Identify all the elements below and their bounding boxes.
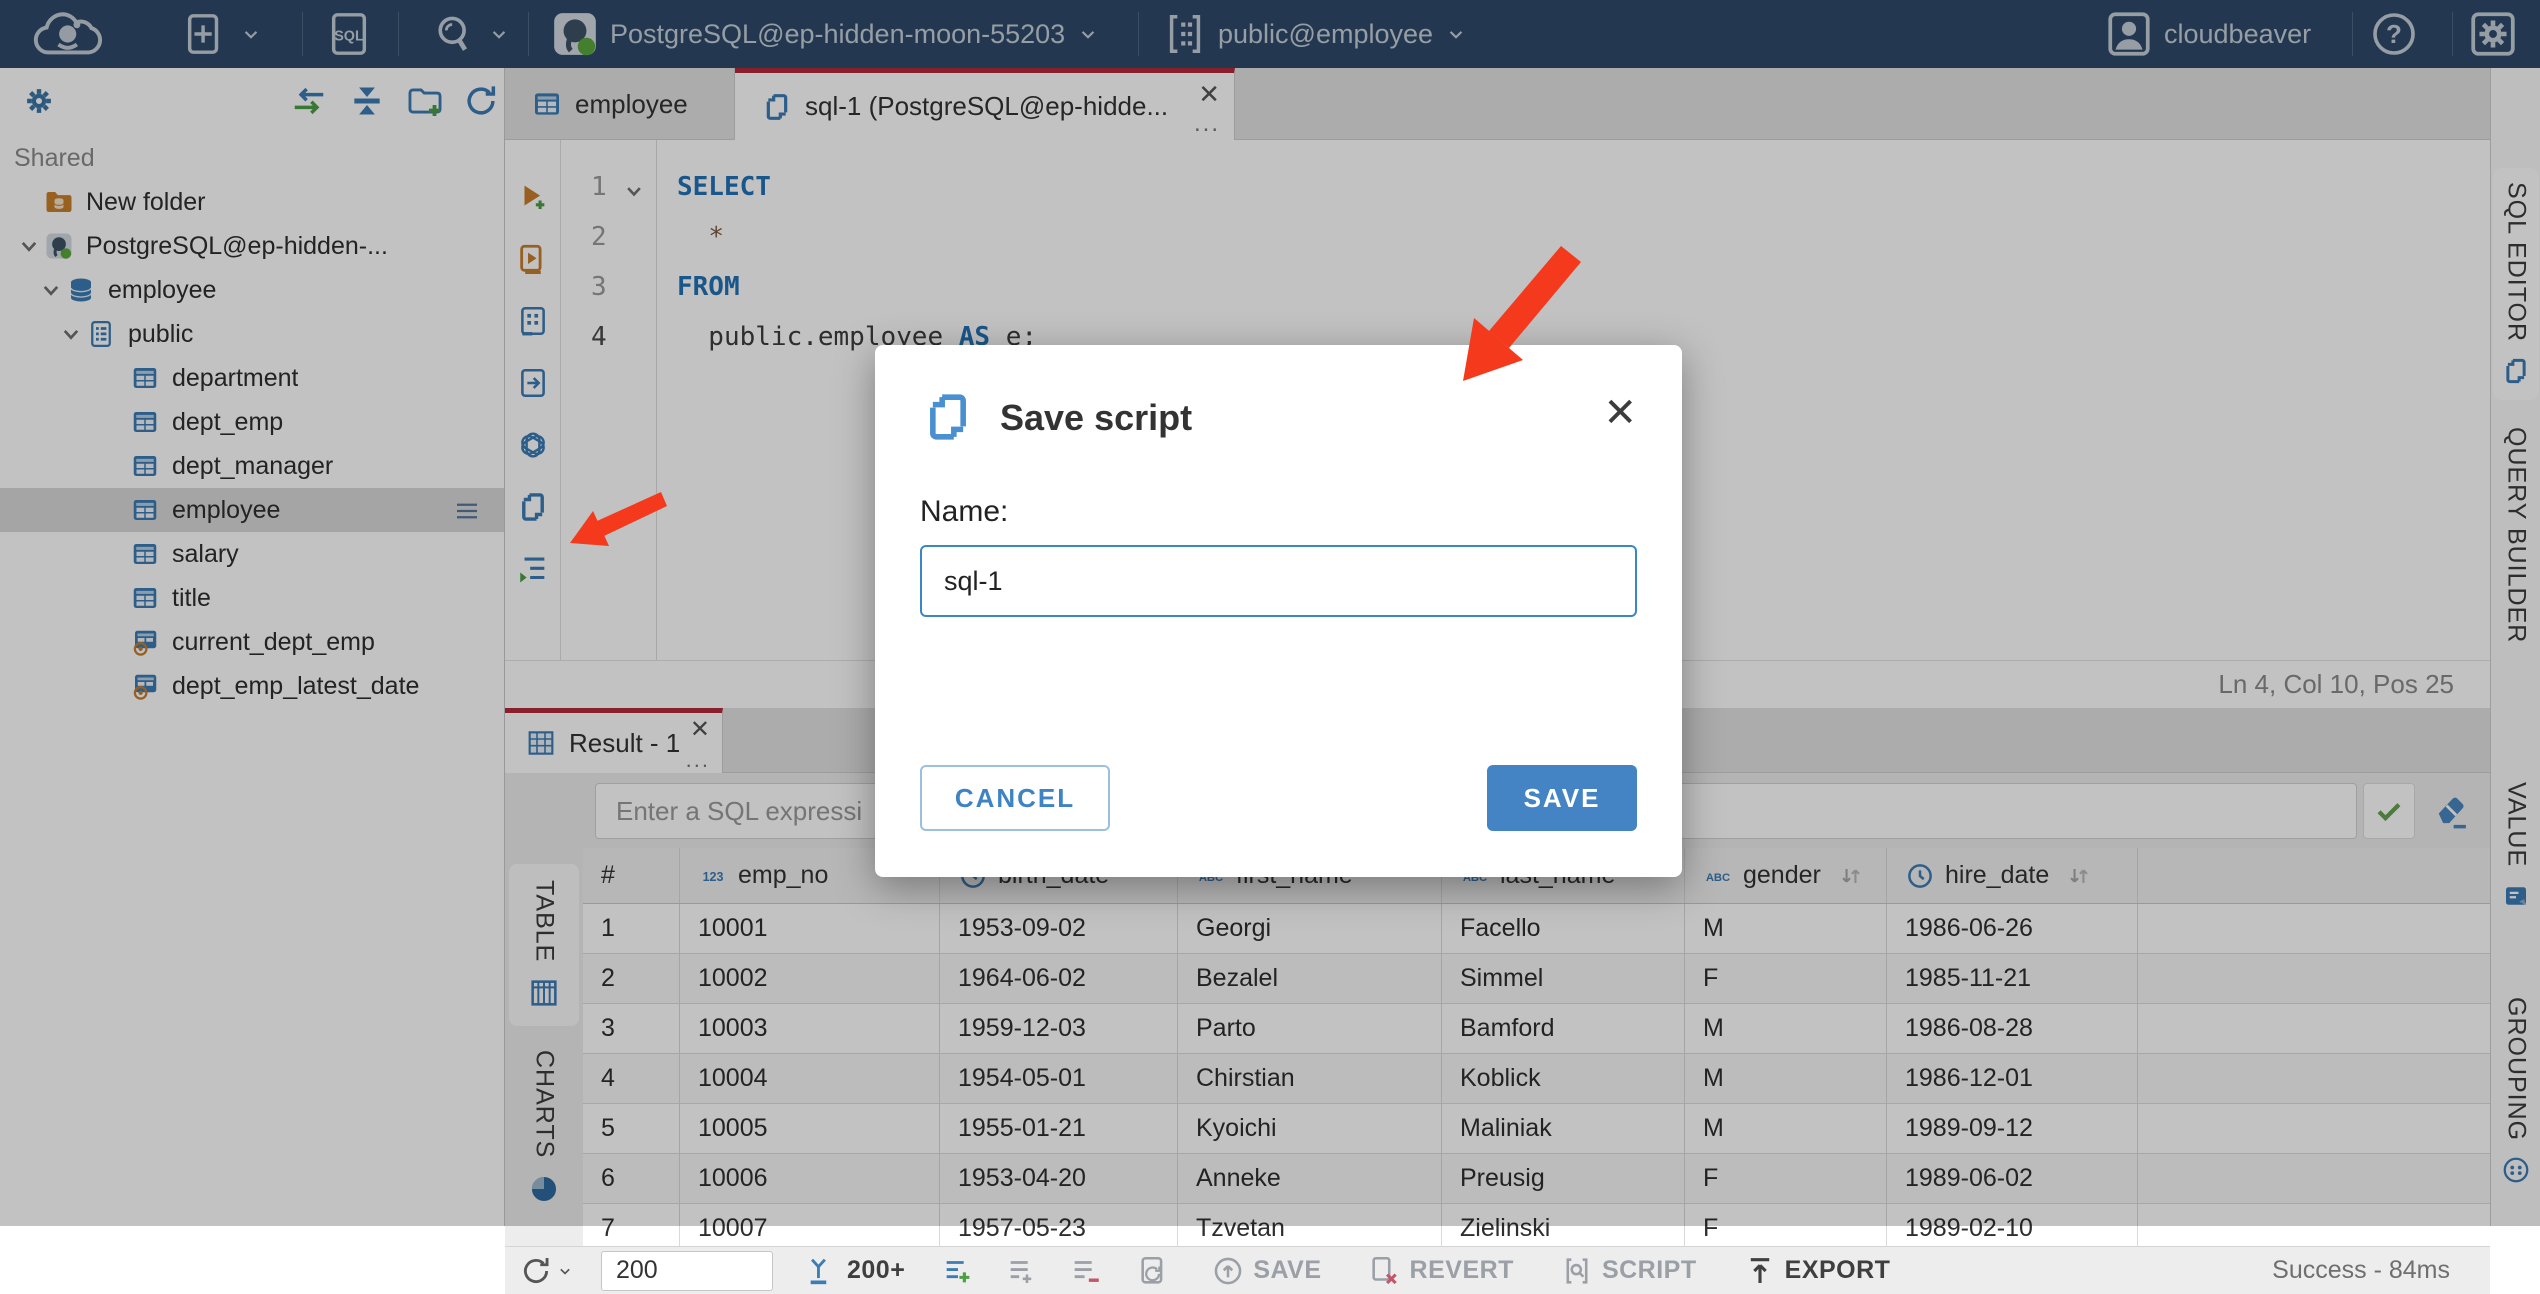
cancel-label: CANCEL xyxy=(954,782,1076,813)
revert-label: REVERT xyxy=(1409,1256,1514,1284)
query-status: Success - 84ms xyxy=(2272,1256,2450,1284)
script-button[interactable]: SCRIPT xyxy=(1560,1254,1697,1288)
close-icon[interactable]: ✕ xyxy=(1603,393,1637,433)
export-icon xyxy=(1750,1257,1769,1283)
save-changes-button[interactable]: SAVE xyxy=(1211,1254,1321,1288)
export-button[interactable]: EXPORT xyxy=(1743,1254,1891,1288)
delete-row-icon[interactable] xyxy=(1069,1254,1103,1288)
revert-icon xyxy=(1371,1256,1397,1284)
add-row-icon[interactable] xyxy=(941,1254,975,1288)
save-label: SAVE xyxy=(1253,1256,1322,1284)
auto-refresh-icon[interactable] xyxy=(1137,1254,1171,1288)
duplicate-row-icon[interactable] xyxy=(1005,1254,1039,1288)
revert-button[interactable]: REVERT xyxy=(1368,1254,1514,1288)
save-upload-icon xyxy=(1214,1257,1242,1284)
result-toolbar: 200+ SAVE REVERT SCRIPT EXPORT Success -… xyxy=(505,1246,2490,1294)
dialog-title: Save script xyxy=(1000,397,1193,438)
chevron-down-icon xyxy=(560,1268,570,1275)
save-script-icon xyxy=(930,394,966,440)
fetch-page-icon xyxy=(810,1258,827,1284)
fetch-size-input[interactable] xyxy=(601,1250,773,1291)
name-field-label: Name: xyxy=(920,495,1009,528)
save-button[interactable]: SAVE xyxy=(1487,765,1637,831)
refresh-icon xyxy=(524,1257,549,1283)
cancel-button[interactable]: CANCEL xyxy=(920,765,1110,831)
script-name-input[interactable] xyxy=(920,545,1637,617)
fetch-more-button[interactable]: 200+ xyxy=(805,1254,905,1288)
fetch-more-label: 200+ xyxy=(847,1256,906,1284)
grid-refresh-button[interactable] xyxy=(519,1254,575,1288)
save-label: SAVE xyxy=(1523,782,1601,813)
script-label: SCRIPT xyxy=(1601,1256,1697,1284)
save-script-dialog: Save script ✕ Name: CANCEL SAVE xyxy=(875,345,1682,877)
script-preview-icon xyxy=(1566,1257,1588,1284)
export-label: EXPORT xyxy=(1784,1256,1891,1284)
